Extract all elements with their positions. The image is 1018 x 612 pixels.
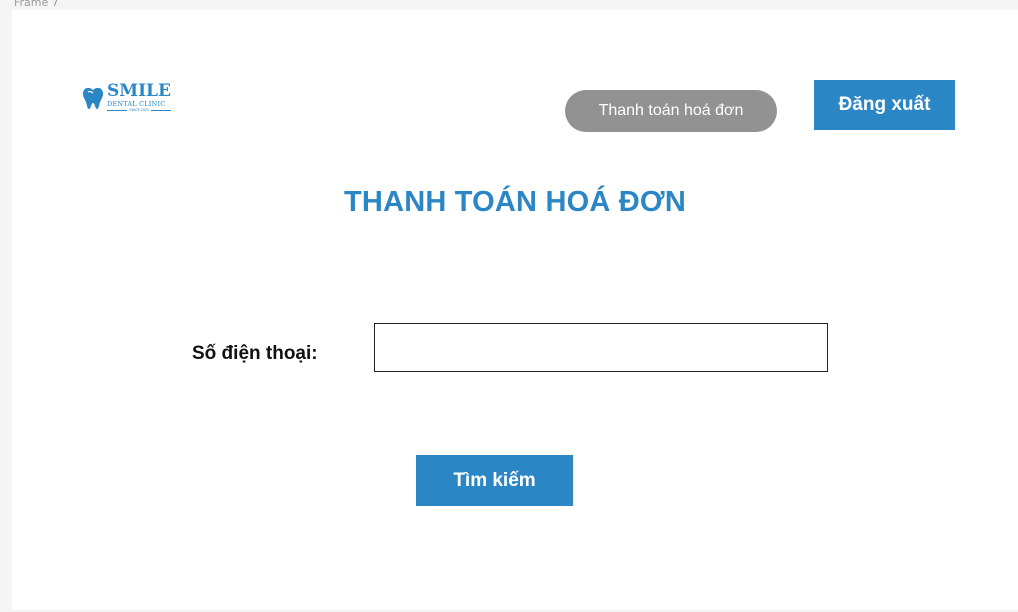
tooth-icon — [82, 86, 104, 110]
brand-logo[interactable]: SMILE DENTAL CLINIC SINCE 2023 — [82, 83, 171, 112]
app-frame: SMILE DENTAL CLINIC SINCE 2023 Thanh toá… — [12, 10, 1018, 610]
search-button[interactable]: Tìm kiếm — [416, 455, 573, 506]
brand-name: SMILE — [107, 81, 171, 101]
page-title: THANH TOÁN HOÁ ĐƠN — [344, 186, 686, 218]
phone-input[interactable] — [374, 323, 828, 372]
brand-since: SINCE 2023 — [107, 108, 171, 113]
phone-label: Số điện thoại: — [192, 343, 318, 364]
brand-subtitle: DENTAL CLINIC — [107, 100, 166, 108]
nav-item-thanh-toan[interactable]: Thanh toán hoá đơn — [565, 90, 777, 132]
logout-button[interactable]: Đăng xuất — [814, 80, 955, 130]
frame-label: Frame 7 — [14, 0, 59, 9]
